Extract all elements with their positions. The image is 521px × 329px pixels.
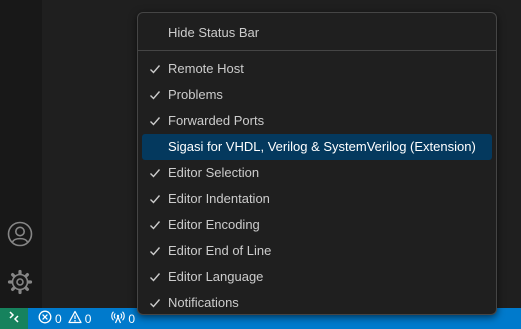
menu-item-hide-status-bar[interactable]: Hide Status Bar bbox=[142, 20, 492, 46]
check-icon bbox=[148, 56, 162, 82]
menu-item-label: Remote Host bbox=[168, 61, 244, 76]
menu-item-label: Editor Indentation bbox=[168, 191, 270, 206]
menu-item-list: Remote Host Problems Forwarded Ports Sigasi… bbox=[138, 56, 496, 316]
menu-item-label: Problems bbox=[168, 87, 223, 102]
warning-icon bbox=[68, 310, 85, 327]
menu-item-editor-encoding[interactable]: Editor Encoding bbox=[142, 212, 492, 238]
check-icon bbox=[148, 160, 162, 186]
radio-tower-icon bbox=[111, 310, 128, 327]
check-icon bbox=[148, 264, 162, 290]
menu-item-label: Forwarded Ports bbox=[168, 113, 265, 128]
menu-item-editor-selection[interactable]: Editor Selection bbox=[142, 160, 492, 186]
accounts-button[interactable] bbox=[5, 221, 35, 251]
menu-item-editor-indentation[interactable]: Editor Indentation bbox=[142, 186, 492, 212]
menu-separator bbox=[138, 50, 496, 51]
account-icon bbox=[7, 221, 33, 252]
check-icon bbox=[148, 108, 162, 134]
menu-item-notifications[interactable]: Notifications bbox=[142, 290, 492, 316]
menu-item-label: Editor Encoding bbox=[168, 217, 260, 232]
check-icon bbox=[148, 186, 162, 212]
status-bar-context-menu: Hide Status Bar Remote Host Problems Forwa… bbox=[137, 12, 497, 315]
menu-item-forwarded-ports[interactable]: Forwarded Ports bbox=[142, 108, 492, 134]
remote-icon bbox=[7, 310, 21, 327]
menu-item-editor-end-of-line[interactable]: Editor End of Line bbox=[142, 238, 492, 264]
menu-item-label: Notifications bbox=[168, 295, 239, 310]
ports-indicator[interactable]: 0 bbox=[107, 308, 139, 329]
ports-count: 0 bbox=[128, 311, 136, 326]
problems-indicator[interactable]: 0 0 bbox=[34, 308, 101, 329]
menu-item-remote-host[interactable]: Remote Host bbox=[142, 56, 492, 82]
error-icon bbox=[38, 310, 55, 327]
menu-item-label: Editor Language bbox=[168, 269, 264, 284]
menu-item-sigasi-for-vhdl-verilog-systemverilog-extension[interactable]: Sigasi for VHDL, Verilog & SystemVerilog… bbox=[142, 134, 492, 160]
menu-item-label: Editor End of Line bbox=[168, 243, 272, 258]
menu-item-editor-language[interactable]: Editor Language bbox=[142, 264, 492, 290]
menu-item-problems[interactable]: Problems bbox=[142, 82, 492, 108]
check-icon bbox=[148, 212, 162, 238]
manage-button[interactable] bbox=[5, 269, 35, 299]
menu-item-label: Editor Selection bbox=[168, 165, 260, 180]
menu-item-label: Hide Status Bar bbox=[168, 25, 260, 40]
remote-indicator[interactable] bbox=[0, 308, 28, 329]
check-icon bbox=[148, 82, 162, 108]
menu-item-label: Sigasi for VHDL, Verilog & SystemVerilog… bbox=[168, 139, 476, 154]
error-count: 0 bbox=[55, 311, 62, 326]
warning-count: 0 bbox=[84, 311, 92, 326]
check-icon bbox=[148, 290, 162, 316]
gear-icon bbox=[7, 269, 33, 300]
check-icon bbox=[148, 238, 162, 264]
activity-bar bbox=[0, 0, 42, 308]
